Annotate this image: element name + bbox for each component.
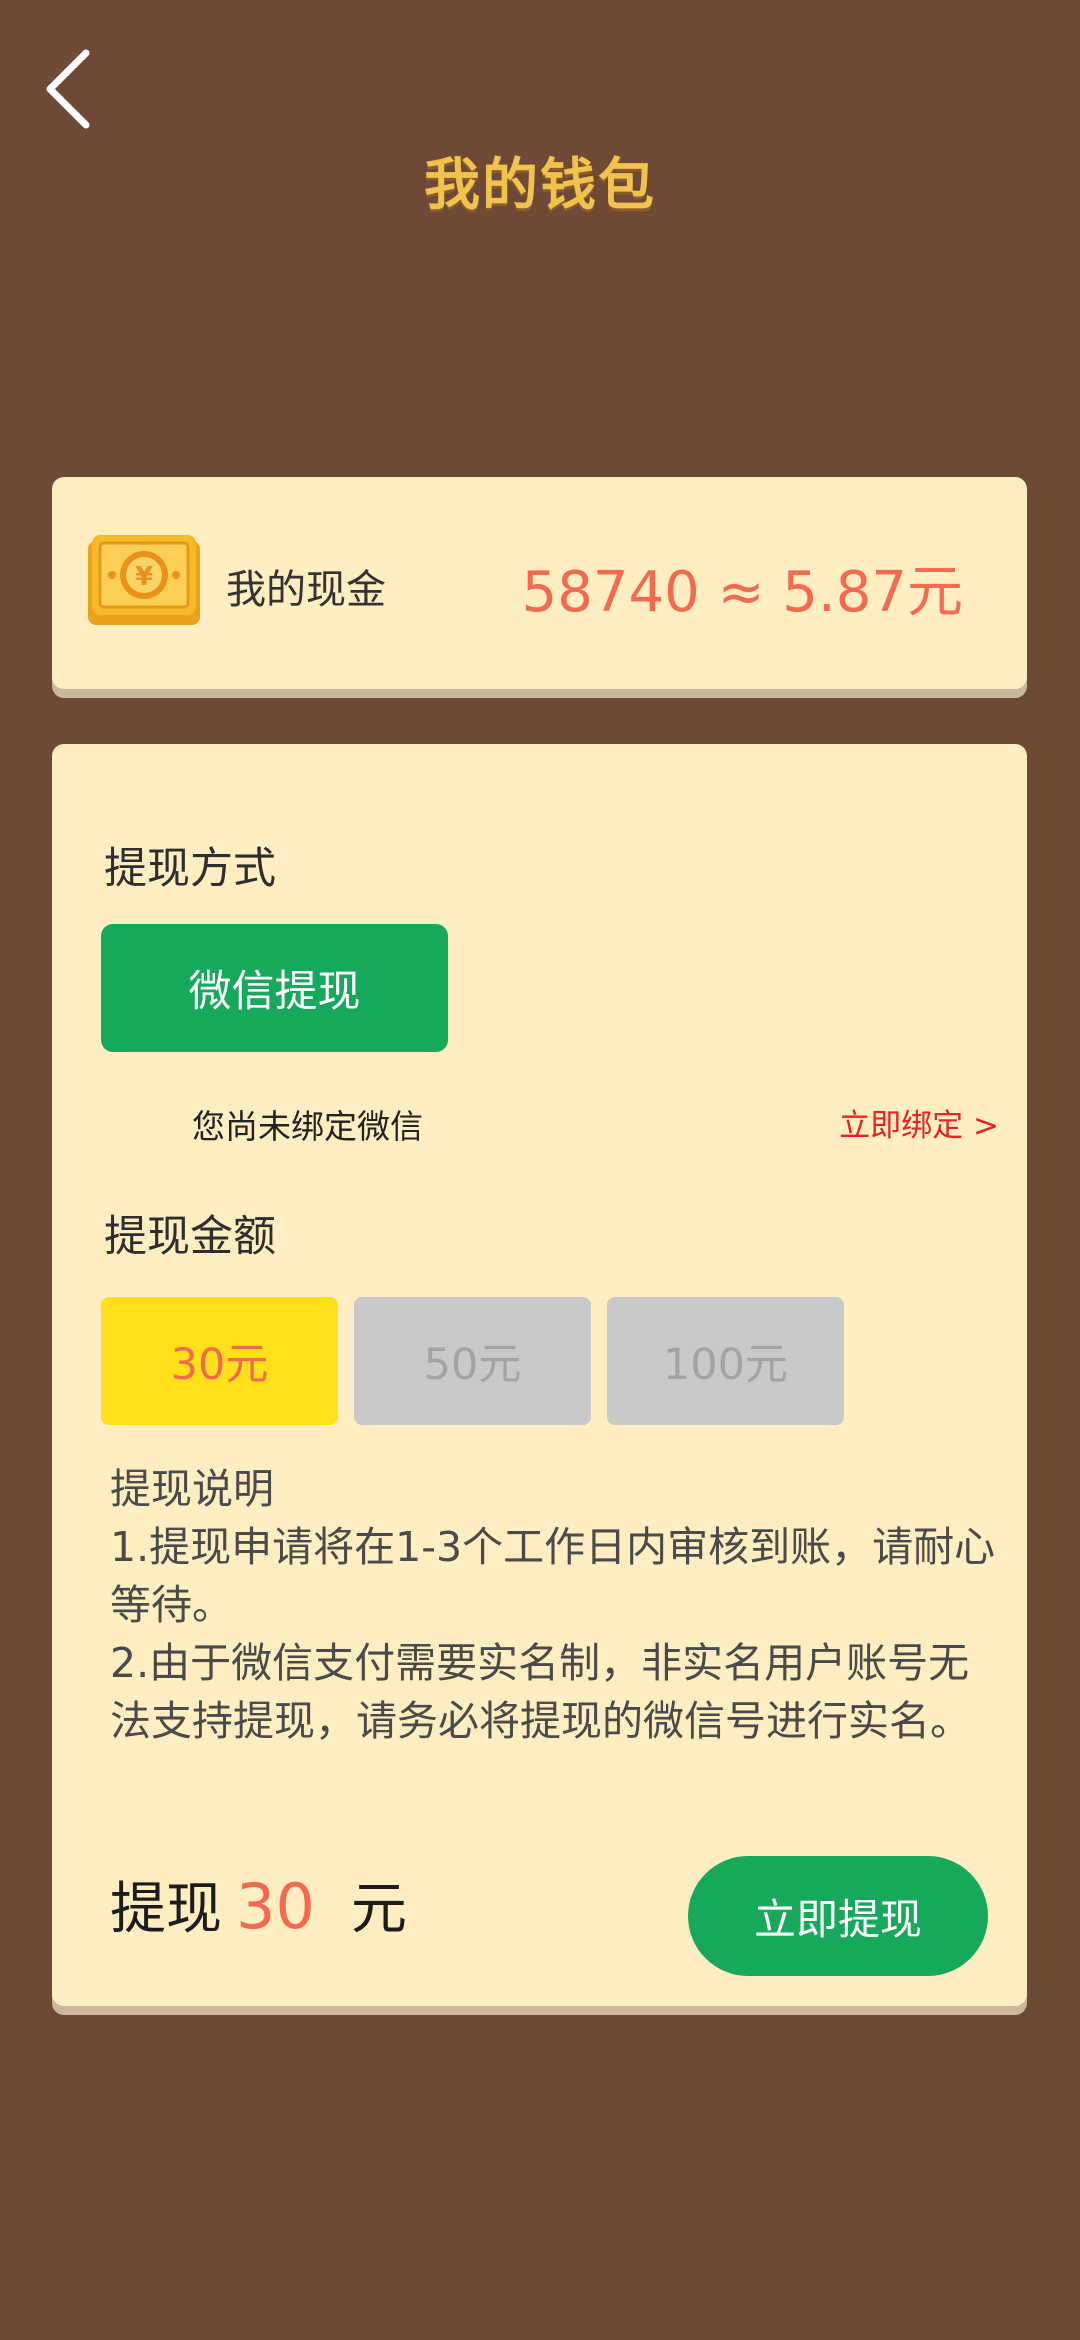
amount-option-30[interactable]: 30元 bbox=[101, 1297, 338, 1425]
chevron-left-icon bbox=[46, 49, 90, 129]
notes-line-1: 1.提现申请将在1-3个工作日内审核到账，请耐心等待。 bbox=[110, 1523, 996, 1629]
withdraw-summary: 提现 30 元 bbox=[110, 1864, 407, 1944]
amount-option-50[interactable]: 50元 bbox=[354, 1297, 591, 1425]
summary-unit: 元 bbox=[350, 1877, 407, 1942]
summary-prefix: 提现 bbox=[110, 1877, 222, 1942]
bind-now-link[interactable]: 立即绑定 > bbox=[839, 1100, 999, 1145]
cash-card: ¥ 我的现金 58740 ≈ 5.87元 bbox=[52, 477, 1027, 689]
withdraw-amount-title: 提现金额 bbox=[104, 1212, 276, 1262]
cash-value: 58740 ≈ 5.87元 bbox=[521, 560, 963, 625]
unbound-notice: 您尚未绑定微信 bbox=[192, 1107, 423, 1146]
wallet-page: 我的钱包 ¥ 我的现金 58740 ≈ 5.87元 提现方式 微信提现 您尚未绑… bbox=[0, 0, 1080, 2340]
back-button[interactable] bbox=[36, 44, 100, 134]
svg-text:¥: ¥ bbox=[135, 562, 153, 592]
withdraw-now-button[interactable]: 立即提现 bbox=[688, 1856, 988, 1976]
notes-line-2: 2.由于微信支付需要实名制，非实名用户账号无法支持提现，请务必将提现的微信号进行… bbox=[110, 1639, 971, 1745]
page-title: 我的钱包 bbox=[424, 153, 656, 218]
cash-bill-icon: ¥ bbox=[88, 535, 200, 625]
notes-title: 提现说明 bbox=[110, 1465, 274, 1513]
withdraw-method-title: 提现方式 bbox=[104, 844, 276, 894]
withdraw-notes: 提现说明 1.提现申请将在1-3个工作日内审核到账，请耐心等待。 2.由于微信支… bbox=[110, 1460, 1000, 1750]
cash-label: 我的现金 bbox=[226, 567, 386, 613]
withdraw-card: 提现方式 微信提现 您尚未绑定微信 立即绑定 > 提现金额 30元 50元 10… bbox=[52, 744, 1027, 2006]
wechat-withdraw-button[interactable]: 微信提现 bbox=[101, 924, 448, 1052]
amount-option-100[interactable]: 100元 bbox=[607, 1297, 844, 1425]
summary-amount: 30 bbox=[236, 1870, 315, 1943]
